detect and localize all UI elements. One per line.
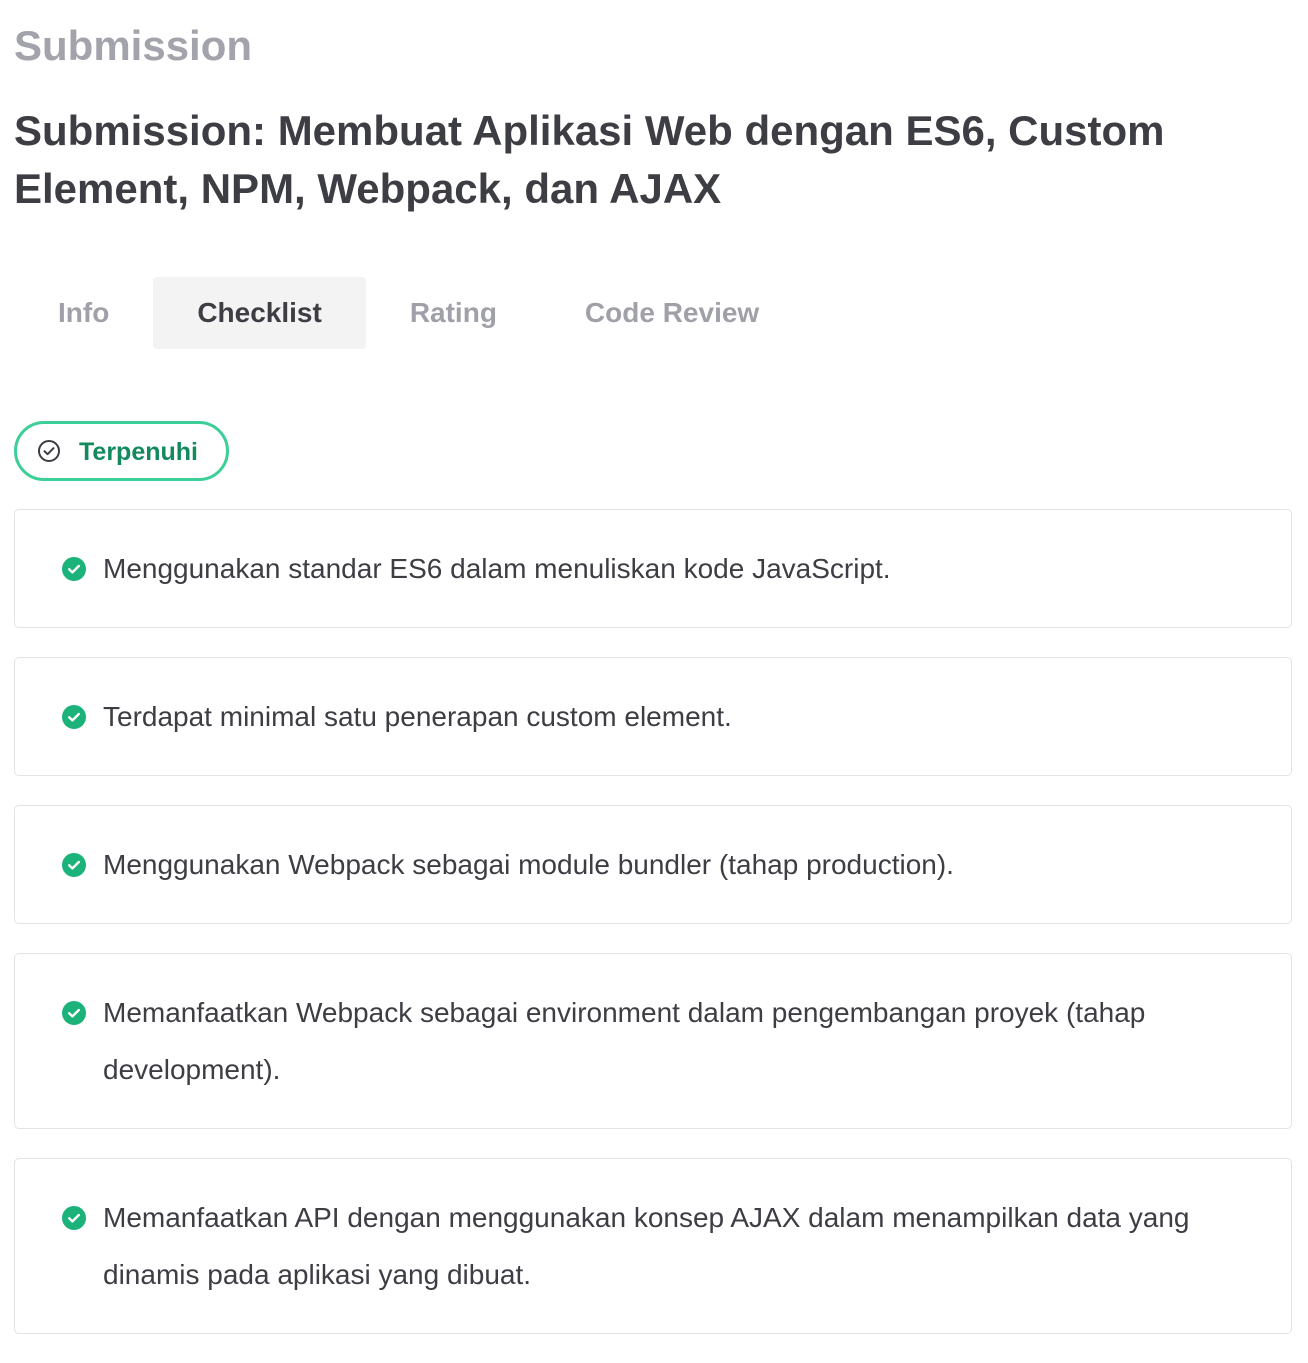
tab-bar: Info Checklist Rating Code Review xyxy=(14,277,803,349)
page-title: Submission: Membuat Aplikasi Web dengan … xyxy=(14,107,1165,212)
checklist-item-text: Memanfaatkan Webpack sebagai environment… xyxy=(103,997,1146,1085)
section-label: Submission xyxy=(14,22,253,69)
checklist-item: Menggunakan Webpack sebagai module bundl… xyxy=(14,805,1292,924)
check-circle-filled-icon xyxy=(62,1001,86,1025)
status-badge: Terpenuhi xyxy=(14,421,229,481)
tab-rating[interactable]: Rating xyxy=(366,277,541,349)
checklist-item: Menggunakan standar ES6 dalam menuliskan… xyxy=(14,509,1292,628)
check-circle-outline-icon xyxy=(38,440,60,462)
tab-info[interactable]: Info xyxy=(14,277,153,349)
checklist-item: Memanfaatkan Webpack sebagai environment… xyxy=(14,953,1292,1129)
check-circle-filled-icon xyxy=(62,557,86,581)
check-circle-filled-icon xyxy=(62,705,86,729)
status-label: Terpenuhi xyxy=(79,438,198,466)
tab-code-review[interactable]: Code Review xyxy=(541,277,803,349)
check-circle-filled-icon xyxy=(62,1206,86,1230)
checklist-item-text: Menggunakan Webpack sebagai module bundl… xyxy=(103,849,954,880)
checklist-item: Terdapat minimal satu penerapan custom e… xyxy=(14,657,1292,776)
check-circle-filled-icon xyxy=(62,853,86,877)
checklist-item-text: Terdapat minimal satu penerapan custom e… xyxy=(103,701,732,732)
checklist-item: Memanfaatkan API dengan menggunakan kons… xyxy=(14,1158,1292,1334)
tab-checklist[interactable]: Checklist xyxy=(153,277,366,349)
checklist-item-text: Memanfaatkan API dengan menggunakan kons… xyxy=(103,1202,1190,1290)
checklist: Menggunakan standar ES6 dalam menuliskan… xyxy=(14,509,1292,1363)
checklist-item-text: Menggunakan standar ES6 dalam menuliskan… xyxy=(103,553,891,584)
